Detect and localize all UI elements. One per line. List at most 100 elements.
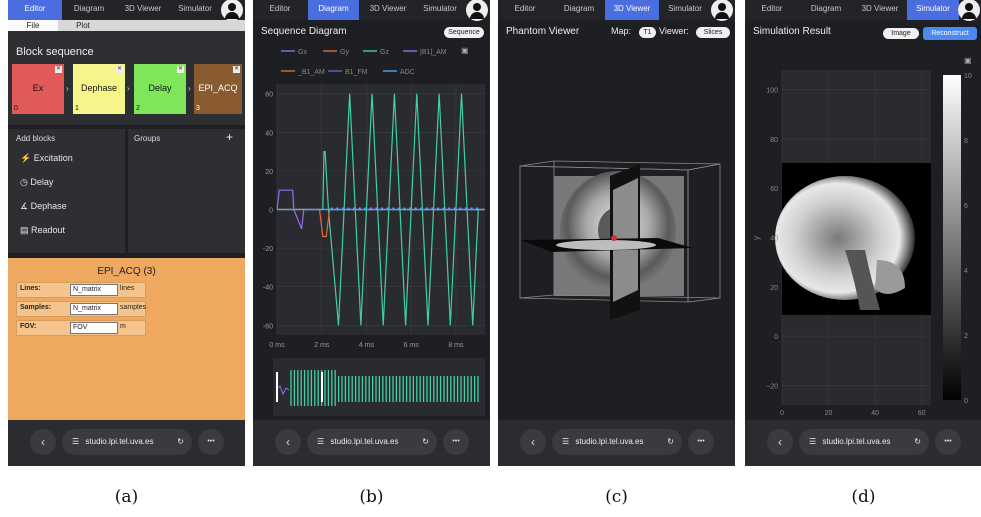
- panel-a-editor: Editor Diagram 3D Viewer Simulator File …: [8, 0, 245, 466]
- groups-panel: [128, 129, 245, 253]
- avatar[interactable]: [466, 0, 488, 21]
- reconstruct-button[interactable]: Reconstruct: [923, 27, 977, 40]
- back-button[interactable]: ‹: [275, 429, 301, 455]
- back-button[interactable]: ‹: [520, 429, 546, 455]
- more-button[interactable]: •••: [443, 429, 469, 455]
- legend-label: _B1_AM: [297, 69, 325, 76]
- range-slider[interactable]: [273, 358, 485, 418]
- menu-file[interactable]: File: [8, 20, 58, 31]
- x-tick-label: 4 ms: [359, 342, 375, 349]
- tab-3d-viewer[interactable]: 3D Viewer: [118, 0, 168, 20]
- url-bar[interactable]: ☰ studio.lpi.tel.uva.es ↻: [62, 429, 192, 455]
- block-label: Dephase: [80, 83, 118, 93]
- url-bar[interactable]: ☰ studio.lpi.tel.uva.es ↻: [307, 429, 437, 455]
- block-label: Ex: [32, 83, 44, 93]
- y-tick-label: -40: [263, 285, 273, 292]
- add-excitation[interactable]: ⚡ Excitation: [20, 153, 73, 164]
- back-button[interactable]: ‹: [30, 429, 56, 455]
- avatar[interactable]: [221, 0, 243, 21]
- url-bar[interactable]: ☰ studio.lpi.tel.uva.es ↻: [552, 429, 682, 455]
- panel-b-diagram: Editor Diagram 3D Viewer Simulator Seque…: [253, 0, 490, 466]
- tabs-icon: ☰: [809, 437, 817, 446]
- block-ex[interactable]: ✕ Ex 0: [12, 64, 64, 114]
- range-handle-left[interactable]: [276, 372, 278, 402]
- legend: Gx Gy Gz |B1|_AM _B1_AM B1_FM ADC: [281, 49, 447, 76]
- tab-simulator[interactable]: Simulator: [907, 0, 959, 20]
- viewer-dropdown[interactable]: Slices: [696, 27, 730, 38]
- groups-title: Groups: [134, 134, 161, 143]
- menu-plot[interactable]: Plot: [58, 20, 108, 31]
- fov-input[interactable]: FOV: [70, 322, 118, 334]
- caption-c: (c): [605, 487, 628, 507]
- chevron-right-icon: ›: [127, 84, 130, 93]
- block-editor-title: EPI_ACQ (3): [97, 266, 156, 277]
- adc-marker: [397, 207, 400, 211]
- tab-diagram[interactable]: Diagram: [554, 0, 604, 20]
- avatar[interactable]: [958, 0, 980, 21]
- close-icon[interactable]: ✕: [177, 66, 184, 73]
- back-button[interactable]: ‹: [767, 429, 793, 455]
- tab-editor[interactable]: Editor: [498, 0, 552, 20]
- readout-icon: ▤: [20, 225, 29, 235]
- lines-input[interactable]: N_matrix: [70, 284, 118, 296]
- tab-editor[interactable]: Editor: [745, 0, 799, 20]
- chevron-right-icon: ›: [66, 84, 69, 93]
- adc-marker: [403, 207, 406, 211]
- reload-icon[interactable]: ↻: [177, 429, 184, 455]
- x-tick-label: 2 ms: [314, 342, 330, 349]
- phantom-3d-view[interactable]: [498, 40, 735, 420]
- image-dropdown[interactable]: Image: [883, 28, 919, 39]
- tab-editor[interactable]: Editor: [253, 0, 307, 20]
- samples-input[interactable]: N_matrix: [70, 303, 118, 315]
- tab-diagram[interactable]: Diagram: [64, 0, 114, 20]
- add-delay[interactable]: ◷ Delay: [20, 177, 53, 188]
- more-button[interactable]: •••: [688, 429, 714, 455]
- add-readout[interactable]: ▤ Readout: [20, 225, 65, 236]
- block-dephase[interactable]: ✕ Dephase 1: [73, 64, 125, 114]
- colorbar-tick-label: 4: [964, 268, 968, 275]
- range-handle-right[interactable]: [321, 372, 323, 402]
- viewer-label: Viewer:: [659, 26, 689, 36]
- block-delay[interactable]: ✕ Delay 2: [134, 64, 186, 114]
- y-axis-label: y: [752, 236, 761, 240]
- map-dropdown[interactable]: T1: [639, 27, 656, 38]
- close-icon[interactable]: ✕: [116, 66, 123, 73]
- tab-3d-viewer[interactable]: 3D Viewer: [605, 0, 659, 20]
- adc-marker: [364, 207, 367, 211]
- browser-bar: ‹ ☰ studio.lpi.tel.uva.es ↻ •••: [8, 420, 245, 466]
- result-heatmap: 100806040200−20 0 20 40 60 y 1086420: [752, 70, 972, 417]
- more-button[interactable]: •••: [198, 429, 224, 455]
- y-tick-label: 40: [265, 130, 273, 137]
- avatar[interactable]: [711, 0, 733, 21]
- close-icon[interactable]: ✕: [233, 66, 240, 73]
- tab-3d-viewer[interactable]: 3D Viewer: [363, 0, 413, 20]
- clock-icon: ◷: [20, 177, 28, 187]
- y-tick-label: 0: [269, 208, 273, 215]
- more-button[interactable]: •••: [935, 429, 961, 455]
- field-unit: samples: [120, 304, 147, 311]
- reload-icon[interactable]: ↻: [914, 429, 921, 455]
- close-icon[interactable]: ✕: [55, 66, 62, 73]
- url-bar[interactable]: ☰ studio.lpi.tel.uva.es ↻: [799, 429, 929, 455]
- tab-bar: Editor Diagram 3D Viewer Simulator: [498, 0, 735, 21]
- reload-icon[interactable]: ↻: [422, 429, 429, 455]
- browser-bar: ‹ ☰ studio.lpi.tel.uva.es ↻ •••: [253, 420, 490, 466]
- sequence-dropdown[interactable]: Sequence ◂▸: [444, 27, 484, 47]
- field-unit: lines: [120, 285, 135, 292]
- add-dephase[interactable]: ∡ Dephase: [20, 201, 67, 212]
- tab-diagram[interactable]: Diagram: [308, 0, 359, 20]
- colorbar: [943, 75, 961, 400]
- colorbar-tick-label: 2: [964, 333, 968, 340]
- tab-simulator[interactable]: Simulator: [661, 0, 709, 20]
- add-group-button[interactable]: +: [226, 130, 233, 144]
- block-epi-acq[interactable]: ✕ EPI_ACQ 3: [194, 64, 242, 114]
- adc-marker: [358, 207, 361, 211]
- tab-editor[interactable]: Editor: [8, 0, 62, 20]
- tab-diagram[interactable]: Diagram: [801, 0, 851, 20]
- tab-3d-viewer[interactable]: 3D Viewer: [855, 0, 905, 20]
- tab-simulator[interactable]: Simulator: [171, 0, 219, 20]
- block-index: 1: [75, 105, 79, 112]
- url-text: studio.lpi.tel.uva.es: [822, 437, 891, 446]
- reload-icon[interactable]: ↻: [667, 429, 674, 455]
- tab-simulator[interactable]: Simulator: [416, 0, 464, 20]
